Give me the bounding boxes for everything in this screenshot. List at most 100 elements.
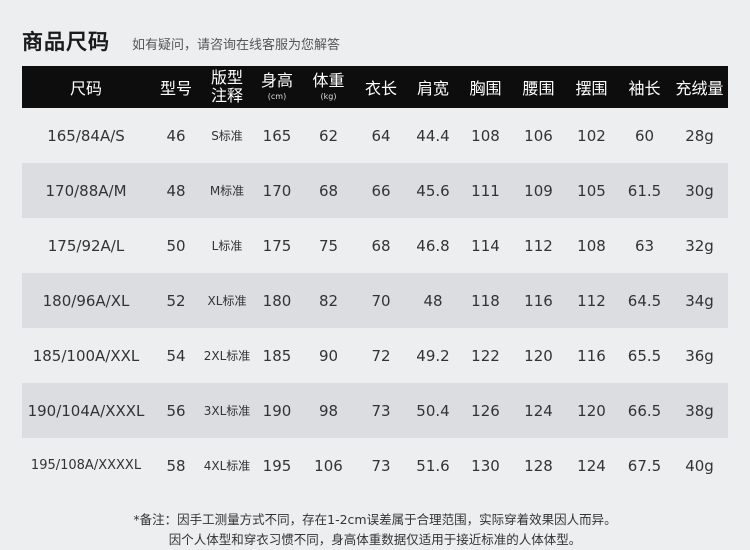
cell-hem: 116 — [577, 346, 606, 365]
cell-size: 170/88A/M — [45, 181, 127, 200]
header-model: 型号 — [150, 66, 202, 108]
cell-weight: 82 — [318, 291, 339, 310]
table-row: 175/92A/L 50 L标准 175 75 68 46.8 114 112 … — [22, 218, 728, 273]
cell-model: 52 — [166, 291, 186, 310]
table-row: 180/96A/XL 52 XL标准 180 82 70 48 118 116 … — [22, 273, 728, 328]
cell-fit: S标准 — [211, 129, 243, 143]
cell-size: 165/84A/S — [47, 126, 125, 145]
header-length: 衣长 — [355, 66, 407, 108]
cell-fill: 28g — [685, 126, 714, 145]
header-weight-stack: 体重 (kg) — [312, 72, 344, 102]
cell-model: 56 — [166, 401, 186, 420]
cell-chest: 111 — [471, 181, 500, 200]
header-height: 身高 (cm) — [252, 66, 302, 108]
header-label: 型号 — [159, 79, 192, 98]
cell-model: 50 — [166, 236, 186, 255]
header-waist: 腰围 — [512, 66, 565, 108]
cell-height: 190 — [262, 401, 292, 420]
cell-shoulder: 51.6 — [416, 456, 450, 475]
cell-weight: 98 — [318, 401, 339, 420]
cell-model: 58 — [166, 456, 186, 475]
cell-sleeve: 61.5 — [627, 181, 662, 200]
header-fit: 版型 注释 — [202, 66, 252, 108]
cell-weight: 62 — [318, 126, 339, 145]
cell-fit: M标准 — [209, 184, 245, 198]
table-row: 185/100A/XXL 54 2XL标准 185 90 72 49.2 122… — [22, 328, 728, 383]
cell-hem: 108 — [577, 236, 606, 255]
cell-shoulder: 44.4 — [416, 126, 450, 145]
header-label: 肩宽 — [416, 79, 449, 98]
cell-size: 195/108A/XXXXL — [30, 458, 142, 473]
cell-weight: 90 — [318, 346, 339, 365]
header-unit: (cm) — [267, 92, 287, 102]
cell-sleeve: 66.5 — [627, 401, 662, 420]
cell-waist: 116 — [524, 291, 553, 310]
cell-height: 180 — [262, 291, 292, 310]
cell-waist: 120 — [524, 346, 553, 365]
cell-chest: 122 — [471, 346, 500, 365]
header-label: 版型 — [210, 68, 243, 88]
cell-weight: 75 — [318, 236, 339, 255]
page-title: 商品尺码 — [22, 30, 110, 54]
cell-fit: 4XL标准 — [203, 459, 251, 473]
cell-hem: 124 — [577, 456, 606, 475]
cell-weight: 68 — [318, 181, 339, 200]
header-weight: 体重 (kg) — [302, 66, 355, 108]
cell-height: 175 — [262, 236, 292, 255]
cell-weight: 106 — [314, 456, 343, 475]
cell-fill: 34g — [685, 291, 714, 310]
header-fill: 充绒量 — [671, 66, 728, 108]
cell-length: 73 — [371, 401, 391, 420]
cell-shoulder: 46.8 — [416, 236, 450, 255]
cell-length: 64 — [371, 126, 391, 145]
header-label: 体重 — [312, 70, 345, 90]
cell-chest: 108 — [471, 126, 500, 145]
cell-fill: 40g — [685, 456, 714, 475]
cell-waist: 112 — [524, 236, 553, 255]
cell-waist: 128 — [524, 456, 553, 475]
cell-length: 73 — [371, 456, 391, 475]
header-label: 尺码 — [69, 79, 102, 98]
cell-height: 195 — [262, 456, 292, 475]
cell-fill: 36g — [685, 346, 714, 365]
header-shoulder: 肩宽 — [407, 66, 459, 108]
cell-model: 46 — [166, 126, 186, 145]
cell-fit: 2XL标准 — [203, 349, 251, 363]
cell-waist: 109 — [524, 181, 553, 200]
title-row: 商品尺码 如有疑问，请咨询在线客服为您解答 — [22, 26, 340, 56]
header-label: 充绒量 — [675, 79, 724, 98]
header-label-line2: 注释 — [210, 86, 243, 105]
cell-size: 190/104A/XXXL — [27, 401, 145, 420]
footnote-line: *备注：因手工测量方式不同，存在1-2cm误差属于合理范围，实际穿着效果因人而异… — [133, 512, 617, 527]
cell-fill: 32g — [685, 236, 714, 255]
cell-length: 68 — [371, 236, 391, 255]
header-label: 腰围 — [522, 79, 555, 98]
cell-hem: 120 — [577, 401, 606, 420]
header-chest: 胸围 — [459, 66, 512, 108]
table-row: 165/84A/S 46 S标准 165 62 64 44.4 108 106 … — [22, 108, 728, 163]
cell-height: 185 — [262, 346, 292, 365]
header-size: 尺码 — [22, 66, 150, 108]
cell-sleeve: 60 — [634, 126, 655, 145]
cell-shoulder: 49.2 — [416, 346, 450, 365]
cell-sleeve: 64.5 — [627, 291, 662, 310]
header-label: 胸围 — [469, 79, 502, 98]
header-label: 袖长 — [628, 79, 661, 98]
cell-hem: 112 — [577, 291, 606, 310]
header-unit: (kg) — [320, 92, 337, 102]
table-row: 195/108A/XXXXL 58 4XL标准 195 106 73 51.6 … — [22, 438, 728, 493]
cell-length: 72 — [371, 346, 391, 365]
cell-sleeve: 65.5 — [627, 346, 662, 365]
header-label: 摆围 — [575, 79, 608, 98]
cell-waist: 124 — [524, 401, 553, 420]
header-sleeve: 袖长 — [618, 66, 671, 108]
cell-chest: 118 — [471, 291, 500, 310]
cell-chest: 114 — [471, 236, 500, 255]
cell-size: 175/92A/L — [47, 236, 125, 255]
table-row: 190/104A/XXXL 56 3XL标准 190 98 73 50.4 12… — [22, 383, 728, 438]
cell-shoulder: 48 — [423, 291, 443, 310]
size-table: 尺码 型号 版型 注释 身高 (cm) 体重 (kg) 衣长 肩宽 胸围 腰围 … — [22, 66, 728, 493]
header-label: 衣长 — [364, 79, 397, 98]
cell-length: 66 — [371, 181, 391, 200]
cell-model: 54 — [166, 346, 186, 365]
